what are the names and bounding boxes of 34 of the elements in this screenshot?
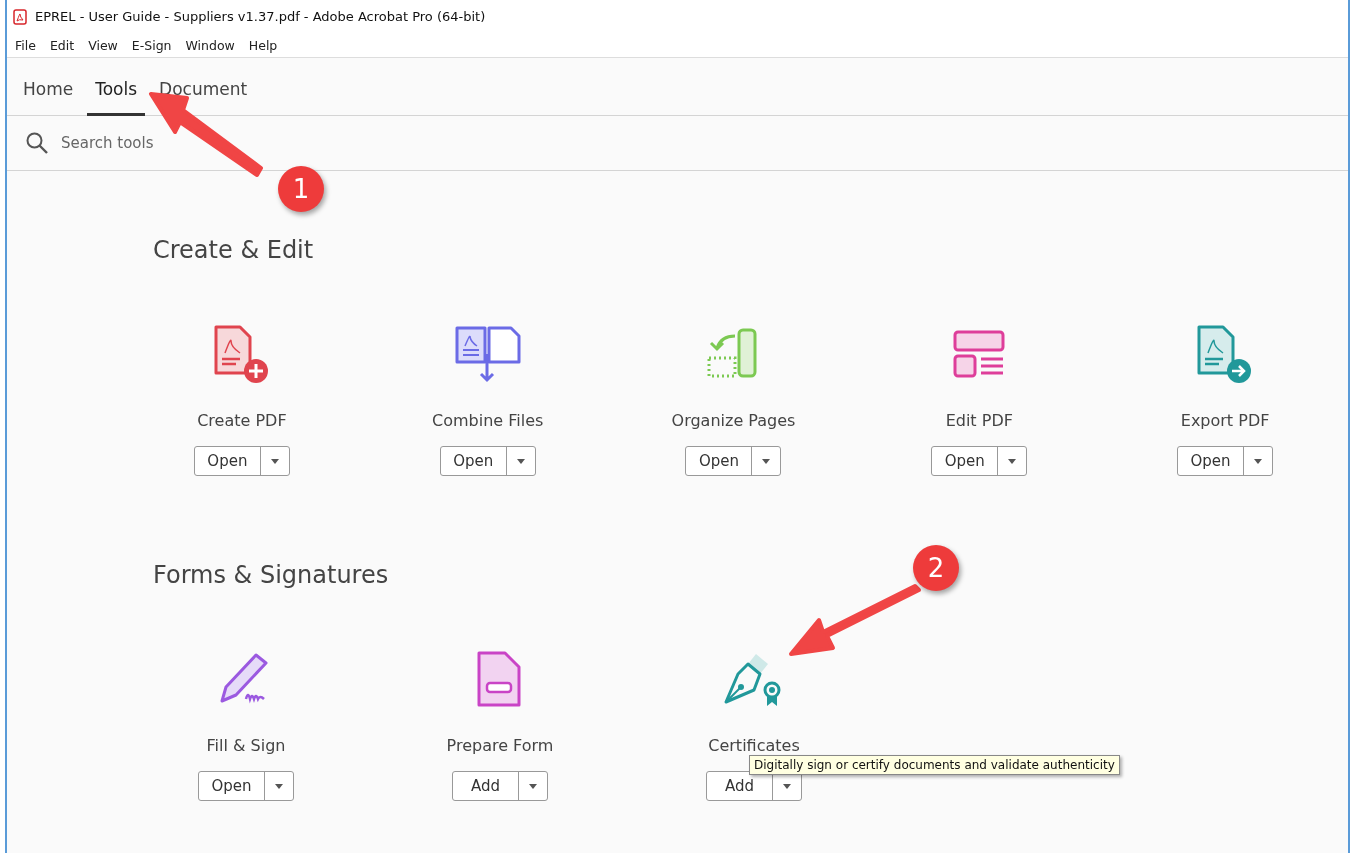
tab[interactable]: Tools <box>87 79 146 116</box>
caret-icon <box>1254 458 1263 464</box>
search-field[interactable]: Search tools <box>59 133 363 153</box>
tool-label: Fill & Sign <box>206 736 286 755</box>
section-heading: Create & Edit <box>153 235 314 265</box>
tool-label: Edit PDF <box>945 411 1013 430</box>
tool-label: Create PDF <box>197 411 287 430</box>
step-number-badge: 1 <box>278 166 324 212</box>
caret-icon <box>516 458 525 464</box>
caret-icon <box>1008 458 1017 464</box>
tool-label: Combine Files <box>432 411 544 430</box>
section-heading: Forms & Signatures <box>153 560 389 590</box>
menu-item[interactable]: Edit <box>49 37 75 53</box>
tab[interactable]: Document <box>151 79 256 116</box>
caret-icon <box>762 458 771 464</box>
tab[interactable]: Home <box>15 79 82 116</box>
tooltip: Digitally sign or certify documents and validate authenticity <box>749 755 1120 775</box>
menu-item[interactable]: View <box>88 37 118 53</box>
menu-item[interactable]: File <box>15 37 36 53</box>
step-number-badge: 2 <box>913 545 959 591</box>
pdf-file-icon <box>13 8 27 25</box>
tool-label: Prepare Form <box>446 736 554 755</box>
tool-label: Certificates <box>708 736 800 755</box>
tool-label: Export PDF <box>1180 411 1270 430</box>
caret-icon <box>275 783 283 789</box>
menu-item[interactable]: Window <box>185 37 235 53</box>
caret-icon <box>783 783 791 789</box>
caret-icon <box>270 458 279 464</box>
search-icon <box>25 131 49 155</box>
menu-item[interactable]: E-Sign <box>131 37 172 53</box>
tool-label: Organize Pages <box>671 411 796 430</box>
caret-icon <box>529 783 537 789</box>
menu-item[interactable]: Help <box>248 37 278 53</box>
window-title: EPREL - User Guide - Suppliers v1.37.pdf - Adobe Acrobat Pro (64-bit) <box>35 9 486 24</box>
